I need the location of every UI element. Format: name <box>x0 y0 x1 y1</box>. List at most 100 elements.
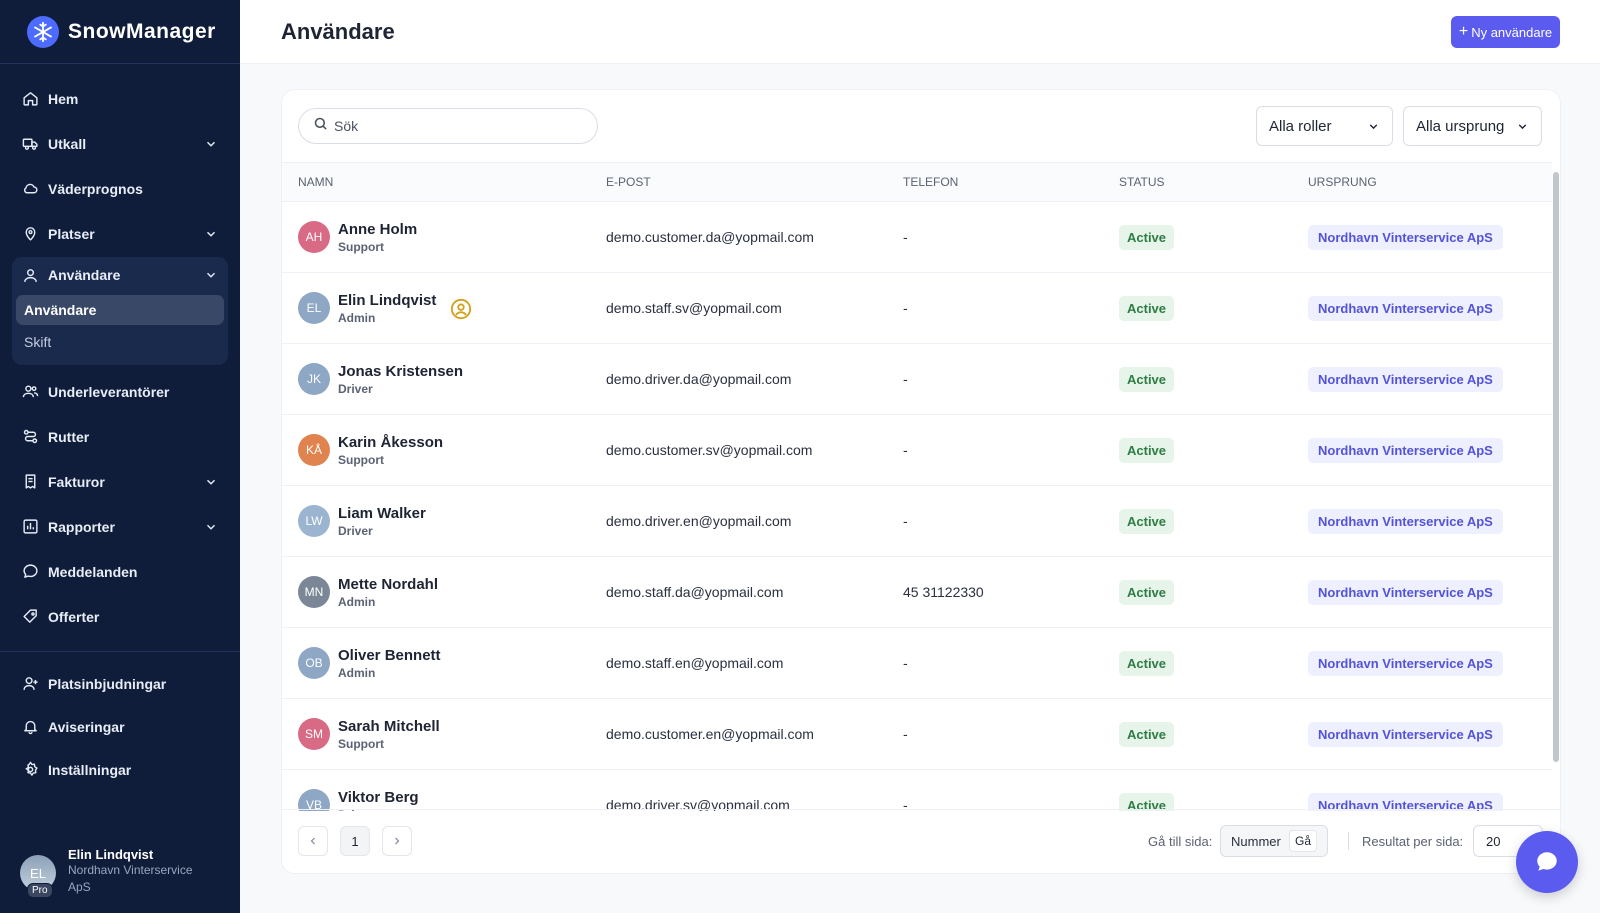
origin-badge: Nordhavn Vinterservice ApS <box>1308 579 1503 605</box>
gear-icon <box>21 761 39 779</box>
next-page-button[interactable] <box>382 826 412 856</box>
table-row[interactable]: LW Liam Walker Driver demo.driver.en@yopmai… <box>282 486 1552 557</box>
sidebar-item-label: Rapporter <box>48 518 115 535</box>
user-name[interactable]: Sarah Mitchell <box>338 718 440 735</box>
goto-page-input[interactable] <box>1221 833 1289 849</box>
user-name[interactable]: Jonas Kristensen <box>338 363 463 380</box>
status-badge: Active <box>1119 366 1175 392</box>
sidebar-subitem-anvandare[interactable]: Användare <box>16 295 224 325</box>
role-select[interactable]: Alla roller <box>1256 106 1393 146</box>
origin-select[interactable]: Alla ursprung <box>1403 106 1542 146</box>
divider <box>1348 832 1349 850</box>
sidebar-item-rutter[interactable]: Rutter <box>12 414 228 459</box>
user-email: demo.customer.da@yopmail.com <box>606 229 814 245</box>
goto-box: Gå <box>1220 825 1328 857</box>
user-phone: - <box>903 300 908 316</box>
table-row[interactable]: VBViktor BergDriverdemo.driver.sv@yopmai… <box>282 770 1552 811</box>
col-header-name[interactable]: NAMN <box>282 175 606 189</box>
col-header-status[interactable]: STATUS <box>1119 175 1308 189</box>
user-role: Admin <box>338 665 376 680</box>
origin-badge: Nordhavn Vinterservice ApS <box>1308 437 1503 463</box>
origin-badge: Nordhavn Vinterservice ApS <box>1308 295 1503 321</box>
sidebar-item-hem[interactable]: Hem <box>12 76 228 121</box>
chevron-down-icon <box>1516 120 1529 137</box>
snowflake-icon <box>27 15 59 48</box>
sidebar-item-rapporter[interactable]: Rapporter <box>12 504 228 549</box>
sidebar-item-label: Utkall <box>48 135 87 152</box>
table-row[interactable]: EL Elin Lindqvist Admin demo.staff.sv@yopma… <box>282 273 1552 344</box>
table-row[interactable]: OB Oliver Bennett Admin demo.staff.en@yopma… <box>282 628 1552 699</box>
per-page-label: Resultat per sida: <box>1362 834 1464 849</box>
goto-button[interactable]: Gå <box>1289 830 1317 852</box>
user-name[interactable]: Mette Nordahl <box>338 576 438 593</box>
origin-badge: Nordhavn Vinterservice ApS <box>1308 224 1503 250</box>
invite-icon <box>21 675 39 693</box>
col-header-origin[interactable]: URSPRUNG <box>1308 175 1552 189</box>
table-row[interactable]: JK Jonas Kristensen Driver demo.driver.da@y… <box>282 344 1552 415</box>
scrollbar-thumb[interactable] <box>1553 172 1559 762</box>
sidebar-subitem-skift[interactable]: Skift <box>16 327 224 357</box>
sidebar-item-aviseringar[interactable]: Aviseringar <box>12 705 228 748</box>
chevron-down-icon <box>204 520 218 534</box>
sidebar-item-label: Fakturor <box>48 473 105 490</box>
per-page-value: 20 <box>1486 833 1501 849</box>
user-name[interactable]: Anne Holm <box>338 221 417 238</box>
user-role: Support <box>338 736 384 751</box>
page-button-current[interactable]: 1 <box>340 826 370 856</box>
sidebar-item-vaderprognos[interactable]: Väderprognos <box>12 166 228 211</box>
user-name[interactable]: Viktor Berg <box>338 789 419 806</box>
avatar: VB <box>298 789 330 811</box>
user-role: Admin <box>338 594 376 609</box>
col-header-email[interactable]: E-POST <box>606 175 903 189</box>
chat-icon <box>1537 852 1557 871</box>
user-name[interactable]: Liam Walker <box>338 505 426 522</box>
status-badge: Active <box>1119 579 1175 605</box>
sidebar-item-label: Aviseringar <box>48 718 125 735</box>
table-row[interactable]: SM Sarah Mitchell Support demo.customer.en@… <box>282 699 1552 770</box>
prev-page-button[interactable] <box>298 826 328 856</box>
avatar: SM <box>298 718 330 750</box>
brand[interactable]: SnowManager <box>0 0 240 64</box>
sidebar-item-installningar[interactable]: Inställningar <box>12 748 228 791</box>
pagination: 1 Gå till sida: Gå Resultat per sida: 20 <box>282 809 1560 873</box>
sidebar-item-label: Meddelanden <box>48 563 138 580</box>
user-card[interactable]: EL Pro Elin Lindqvist Nordhavn Vinterser… <box>0 827 240 913</box>
sidebar-item-platser[interactable]: Platser <box>12 211 228 256</box>
user-icon <box>21 266 39 284</box>
col-header-phone[interactable]: TELEFON <box>903 175 1119 189</box>
user-name[interactable]: Elin Lindqvist <box>338 292 436 309</box>
new-user-button[interactable]: + Ny användare <box>1451 16 1560 48</box>
plus-icon: + <box>1458 23 1469 40</box>
sidebar-nav: Hem Utkall Väderprognos Platser Användare A… <box>0 64 240 791</box>
search-input[interactable] <box>334 118 574 134</box>
user-phone: - <box>903 229 908 245</box>
sidebar-item-label: Användare <box>48 267 121 283</box>
status-badge: Active <box>1119 295 1175 321</box>
route-icon <box>21 428 39 446</box>
sidebar-divider <box>0 651 240 652</box>
sidebar-item-meddelanden[interactable]: Meddelanden <box>12 549 228 594</box>
table-scrollbar[interactable] <box>1552 162 1560 793</box>
chart-icon <box>21 518 39 536</box>
search-icon <box>313 116 328 136</box>
sidebar-item-fakturor[interactable]: Fakturor <box>12 459 228 504</box>
user-name[interactable]: Oliver Bennett <box>338 647 441 664</box>
sidebar-item-anvandare[interactable]: Användare <box>12 257 228 293</box>
chat-button[interactable] <box>1516 831 1578 893</box>
user-role: Driver <box>338 381 373 396</box>
sidebar-item-underleverantorer[interactable]: Underleverantörer <box>12 369 228 414</box>
search-box[interactable] <box>298 108 598 144</box>
chevron-left-icon <box>310 837 315 845</box>
table-row[interactable]: KÅ Karin Åkesson Support demo.customer.sv@y… <box>282 415 1552 486</box>
sidebar-item-utkall[interactable]: Utkall <box>12 121 228 166</box>
sidebar-item-platsinbjudningar[interactable]: Platsinbjudningar <box>12 662 228 705</box>
table-row[interactable]: AH Anne Holm Support demo.customer.da@yopma… <box>282 202 1552 273</box>
table-row[interactable]: MN Mette Nordahl Admin demo.staff.da@yopmai… <box>282 557 1552 628</box>
user-name[interactable]: Karin Åkesson <box>338 434 443 451</box>
sidebar-item-offerter[interactable]: Offerter <box>12 594 228 639</box>
sidebar-item-label: Platser <box>48 225 95 242</box>
truck-icon <box>21 135 39 153</box>
user-role: Support <box>338 452 384 467</box>
home-icon <box>21 90 39 108</box>
role-select-value: Alla roller <box>1269 117 1332 135</box>
